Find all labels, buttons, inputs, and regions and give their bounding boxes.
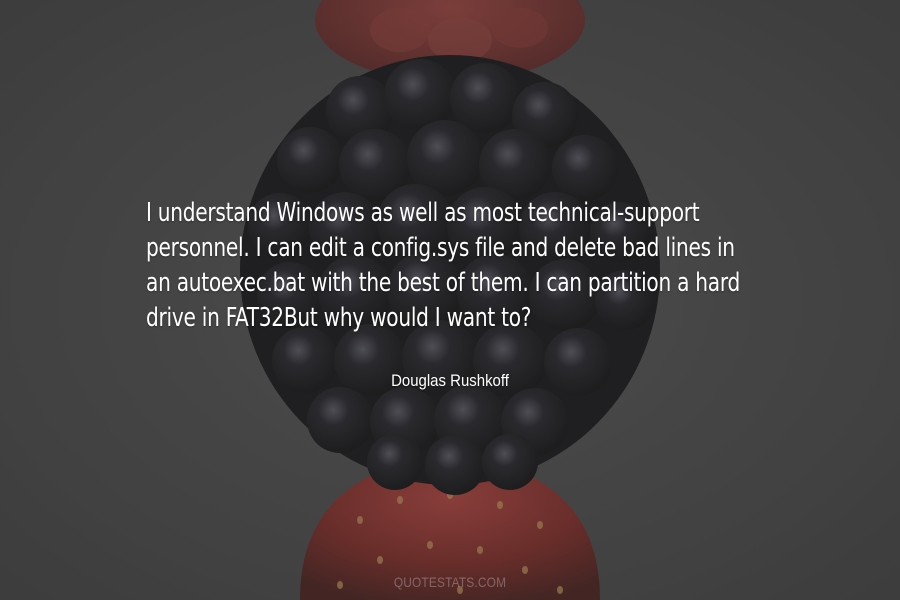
site-watermark: QUOTESTATS.COM xyxy=(393,574,507,590)
quote-image: I understand Windows as well as most tec… xyxy=(0,0,900,600)
quote-line: I understand Windows as well as most tec… xyxy=(146,198,700,228)
quote-line: personnel. I can edit a config.sys file … xyxy=(146,233,735,263)
quote-line: an autoexec.bat with the best of them. I… xyxy=(146,268,740,298)
quote-line: drive in FAT32But why would I want to? xyxy=(146,303,532,333)
quote-author: Douglas Rushkoff xyxy=(391,371,509,390)
quote-text: I understand Windows as well as most tec… xyxy=(146,196,740,336)
